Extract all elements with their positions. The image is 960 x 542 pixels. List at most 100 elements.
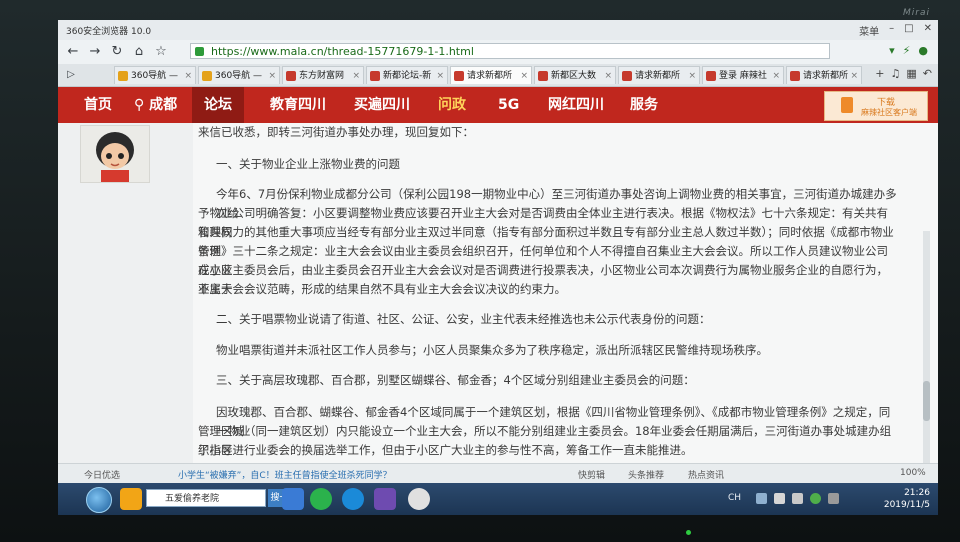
360-guard-icon[interactable] [120, 488, 142, 510]
nav-item-education[interactable]: 教育四川 [270, 87, 326, 123]
secure-lock-icon [195, 47, 204, 56]
site-icon [538, 71, 548, 81]
nav-item-service[interactable]: 服务 [630, 87, 658, 123]
nav-item-wenzheng[interactable]: 问政 [438, 87, 466, 123]
maximize-icon[interactable]: □ [904, 23, 913, 38]
system-clock[interactable]: 21:26 2019/11/5 [884, 487, 930, 511]
status-tool-2[interactable]: 头条推荐 [628, 468, 664, 481]
nav-item-forum[interactable]: 论坛 [192, 87, 244, 123]
author-sidebar [58, 123, 193, 463]
paragraph-line: 业主大会会议范畴，形成的结果自然不具有业主大会会议决议的约束力。 [198, 282, 566, 296]
tab[interactable]: 东方财富网 × [282, 66, 364, 84]
language-indicator[interactable]: CH [728, 493, 741, 503]
site-icon [790, 71, 800, 81]
tab-extras: + ♫ ▦ ↶ [875, 67, 932, 80]
status-tool-3[interactable]: 热点资讯 [688, 468, 724, 481]
dropdown-icon[interactable]: ▾ [889, 44, 895, 57]
nav-item-wanghong[interactable]: 网红四川 [548, 87, 604, 123]
site-icon [454, 71, 464, 81]
tab-close-icon[interactable]: × [850, 67, 858, 84]
window-controls: 菜单 – □ ✕ [859, 23, 932, 38]
address-url: https://www.mala.cn/thread-15771679-1-1.… [211, 45, 474, 58]
close-icon[interactable]: ✕ [924, 23, 932, 38]
tab-close-icon[interactable]: × [184, 67, 192, 84]
tab-active[interactable]: 请求新都所 × [450, 66, 532, 84]
grid-icon[interactable]: ▦ [906, 67, 916, 80]
status-tool-1[interactable]: 快剪辑 [578, 468, 605, 481]
download-subtitle: 麻辣社区客户端 [861, 108, 917, 117]
tab-close-icon[interactable]: × [688, 67, 696, 84]
nav-item-home[interactable]: 首页 [84, 87, 112, 123]
section-heading-1: 一、关于物业企业上涨物业费的问题 [216, 157, 400, 171]
volume-icon[interactable] [792, 493, 803, 504]
favorite-star-icon[interactable]: ☆ [152, 43, 170, 61]
qq-penguin-icon[interactable] [408, 488, 430, 510]
speaker-icon[interactable] [828, 493, 839, 504]
reply-intro: 来信已收悉，即转三河街道办事处办理，现回复如下： [198, 125, 474, 139]
site-icon [286, 71, 296, 81]
site-icon [706, 71, 716, 81]
network-icon[interactable] [810, 493, 821, 504]
minimize-icon[interactable]: – [889, 23, 894, 38]
system-tray: CH 21:26 2019/11/5 [720, 486, 930, 512]
start-button[interactable] [86, 487, 112, 513]
tab[interactable]: 新都论坛-新 × [366, 66, 448, 84]
section-heading-2: 二、关于唱票物业说请了街道、社区、公证、公安，业主代表未经推选也未公示代表身份的… [216, 312, 711, 326]
tab[interactable]: 请求新都所 × [618, 66, 700, 84]
tab-close-icon[interactable]: × [436, 67, 444, 84]
site-icon [370, 71, 380, 81]
keyboard-icon[interactable] [756, 493, 767, 504]
tab[interactable]: 360导航 — × [114, 66, 196, 84]
scrollbar-thumb[interactable] [923, 381, 930, 421]
undo-icon[interactable]: ↶ [923, 67, 932, 80]
tab-close-icon[interactable]: × [604, 67, 612, 84]
tray-arrow-icon[interactable] [774, 493, 785, 504]
refresh-icon[interactable]: ↻ [108, 43, 126, 61]
file-explorer-icon[interactable] [282, 488, 304, 510]
zoom-level[interactable]: 100% [900, 468, 926, 478]
power-led [686, 530, 691, 535]
ie-browser-icon[interactable] [342, 488, 364, 510]
360-icon [202, 71, 212, 81]
tab-list-icon[interactable]: ▷ [62, 66, 80, 84]
tab[interactable]: 新都区大数 × [534, 66, 616, 84]
menu-button[interactable]: 菜单 [859, 23, 879, 38]
nav-item-shopping[interactable]: 买遍四川 [354, 87, 410, 123]
tab-close-icon[interactable]: × [268, 67, 276, 84]
headphones-icon[interactable]: ♫ [891, 67, 901, 80]
nav-item-chengdu[interactable]: ⚲ 成都 [134, 87, 177, 123]
home-icon[interactable]: ⌂ [130, 43, 148, 61]
bolt-icon[interactable]: ⚡ [903, 44, 911, 57]
site-navigation: 首页 ⚲ 成都 论坛 教育四川 买遍四川 问政 5G 网红四川 服务 下载 麻辣… [58, 87, 938, 123]
phone-icon [841, 97, 853, 113]
today-picks[interactable]: 今日优选 [84, 468, 120, 481]
nav-item-5g[interactable]: 5G [498, 87, 519, 123]
media-player-icon[interactable] [374, 488, 396, 510]
tab-bar: ▷ 360导航 — × 360导航 — × 东方财富网 × 新都论坛-新 × 请求新… [58, 64, 938, 87]
360-icon [118, 71, 128, 81]
address-bar[interactable]: https://www.mala.cn/thread-15771679-1-1.… [190, 43, 830, 59]
download-app-banner[interactable]: 下载 麻辣社区客户端 [824, 91, 928, 121]
avatar[interactable] [80, 125, 150, 183]
back-icon[interactable]: ← [64, 43, 82, 61]
taskbar-search-input[interactable]: 五爱偷养老院 [146, 489, 266, 507]
new-tab-icon[interactable]: + [875, 67, 884, 80]
clock-time: 21:26 [904, 488, 930, 498]
tab[interactable]: 请求新都所 × [786, 66, 862, 84]
tab-close-icon[interactable]: × [520, 67, 528, 84]
taskbar-search-text: 五爱偷养老院 [165, 494, 220, 504]
news-ticker[interactable]: 小学生“被嫌弃”，自C！班主任曾指使全班杀死同学？ [178, 468, 392, 481]
tab[interactable]: 360导航 — × [198, 66, 280, 84]
extension-icon[interactable]: ● [918, 44, 928, 57]
tab-close-icon[interactable]: × [772, 67, 780, 84]
screen: 360安全浏览器 10.0 菜单 – □ ✕ ← → ↻ ⌂ ☆ https:/… [58, 20, 938, 515]
clock-date: 2019/11/5 [883, 500, 930, 510]
360-browser-icon[interactable] [310, 488, 332, 510]
status-bar: 今日优选 小学生“被嫌弃”，自C！班主任曾指使全班杀死同学？ 快剪辑 头条推荐 … [58, 463, 938, 484]
paragraph-line: 了小区进行业委会的换届选举工作，但由于小区广大业主的参与性不高，筹备工作一直未能… [198, 443, 693, 457]
monitor-bezel: Mirai 360安全浏览器 10.0 菜单 – □ ✕ ← → ↻ ⌂ ☆ h… [0, 0, 960, 542]
forward-icon[interactable]: → [86, 43, 104, 61]
site-icon [622, 71, 632, 81]
tab[interactable]: 登录 麻辣社 × [702, 66, 784, 84]
tab-close-icon[interactable]: × [352, 67, 360, 84]
